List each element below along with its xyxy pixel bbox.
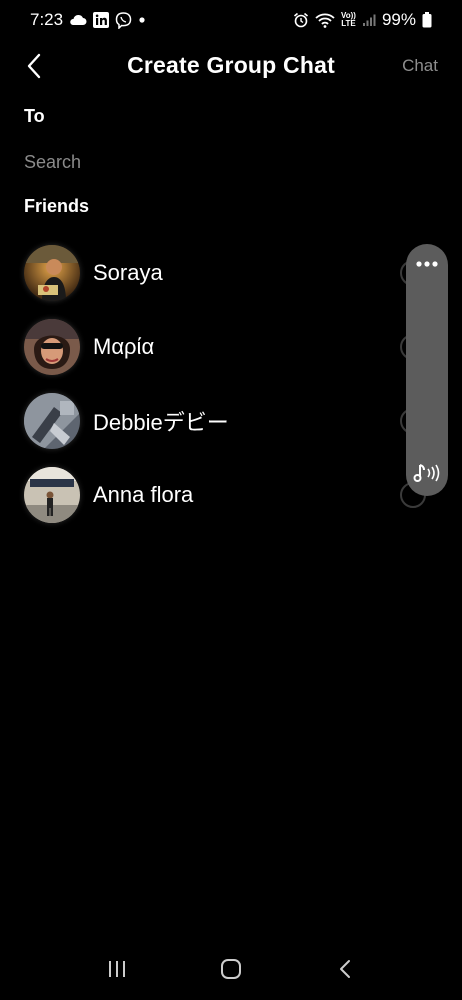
home-button[interactable] [211, 949, 251, 989]
friend-row[interactable]: Anna flora [0, 458, 462, 532]
cloud-icon [69, 14, 87, 26]
page-title: Create Group Chat [127, 52, 335, 78]
friend-list: Soraya Μαρία Debbieデビー Anna flora [0, 236, 462, 532]
friend-name: Debbieデビー [93, 410, 229, 435]
volte-label-bottom: LTE [341, 19, 356, 28]
back-icon [340, 960, 350, 978]
recent-apps-icon [109, 961, 125, 977]
status-left: 7:23 [30, 10, 146, 30]
status-right: Vo)) LTE 99% [293, 10, 432, 30]
avatar [24, 393, 80, 449]
search-input[interactable] [24, 148, 404, 176]
wifi-icon [315, 12, 335, 28]
status-bar: 7:23 Vo)) LTE 99% [0, 0, 462, 40]
back-nav-button[interactable] [325, 949, 365, 989]
friends-heading: Friends [24, 196, 90, 216]
chat-button[interactable]: Chat [402, 56, 438, 76]
avatar [24, 467, 80, 523]
avatar [24, 319, 80, 375]
floating-side-panel[interactable] [406, 244, 448, 496]
signal-icon [362, 13, 376, 27]
friend-name: Μαρία [93, 334, 155, 359]
friend-row[interactable]: Μαρία [0, 310, 462, 384]
system-nav-bar [0, 938, 462, 1000]
to-label: To [24, 106, 45, 126]
battery-percent: 99% [381, 10, 416, 29]
home-icon [221, 959, 241, 979]
avatar [24, 245, 80, 301]
volte-icon: Vo)) LTE [341, 12, 356, 28]
alarm-icon [293, 12, 309, 28]
header: Create Group Chat Chat [0, 44, 462, 88]
friend-row[interactable]: Soraya [0, 236, 462, 310]
friend-name: Soraya [93, 260, 163, 285]
recent-apps-button[interactable] [97, 949, 137, 989]
audio-note-icon[interactable] [406, 458, 448, 488]
dot-icon [138, 16, 146, 24]
friend-name: Anna flora [93, 482, 194, 507]
friend-row[interactable]: Debbieデビー [0, 384, 462, 458]
status-time: 7:23 [30, 10, 64, 29]
battery-icon [422, 12, 432, 28]
linkedin-icon [93, 12, 110, 28]
viber-icon [115, 11, 132, 29]
more-horizontal-icon[interactable] [406, 254, 448, 274]
